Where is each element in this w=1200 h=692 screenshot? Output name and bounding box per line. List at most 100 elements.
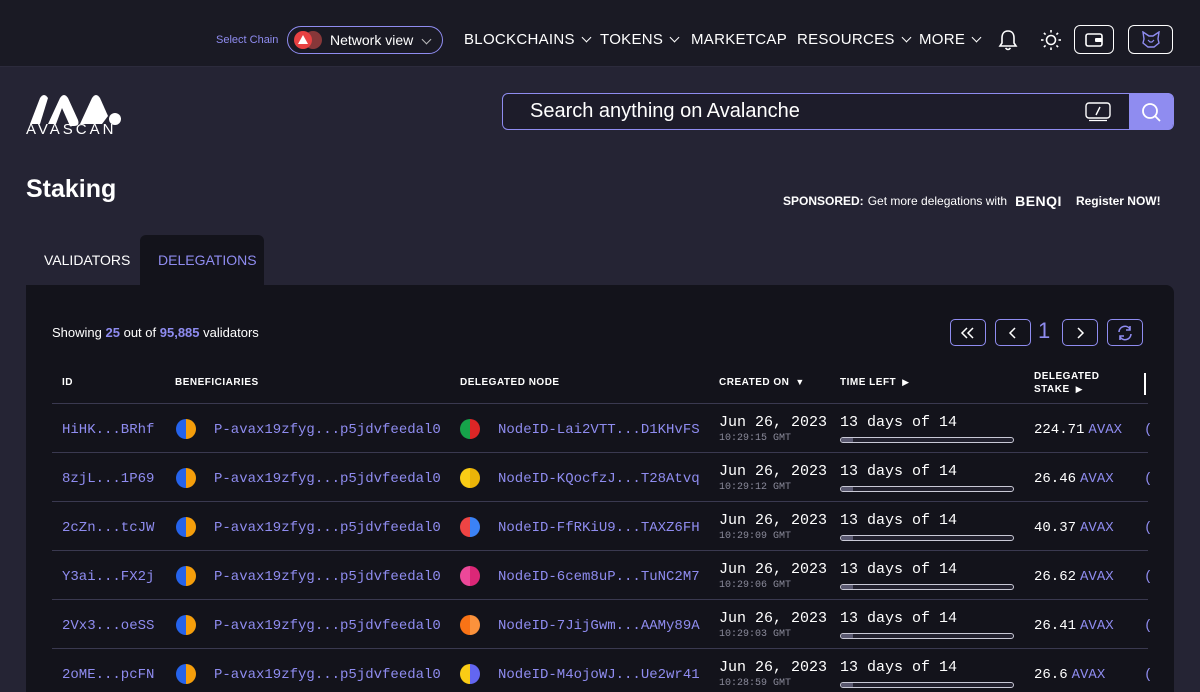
- beneficiary-address-link[interactable]: P-avax19zfyg...p5jdvfeedal0: [214, 618, 441, 634]
- stake-unit: AVAX: [1088, 422, 1123, 438]
- node-id-link[interactable]: NodeID-KQocfzJ...T28Atvq: [498, 471, 700, 487]
- node-id-link[interactable]: NodeID-M4ojoWJ...Ue2wr41: [498, 667, 700, 683]
- search-button[interactable]: [1129, 93, 1173, 130]
- node-id-link[interactable]: NodeID-7JijGwm...AAMy89A: [498, 618, 700, 634]
- node-id-link[interactable]: NodeID-6cem8uP...TuNC2M7: [498, 569, 700, 585]
- metamask-fox-icon: [1141, 30, 1160, 48]
- stake-unit: AVAX: [1080, 520, 1114, 536]
- header-created-on-label: CREATED ON: [719, 377, 790, 388]
- sponsored-text: Get more delegations with: [867, 194, 1008, 208]
- header-created-on[interactable]: CREATED ON ▼: [719, 377, 805, 388]
- truncated-cell: (: [1144, 618, 1153, 634]
- truncated-cell: (: [1144, 667, 1153, 683]
- nav-resources[interactable]: RESOURCES: [797, 31, 912, 48]
- node-avatar-icon: [460, 419, 480, 439]
- summary-total: 95,885: [159, 325, 200, 340]
- beneficiary-avatar-icon: [176, 419, 196, 439]
- stake-unit: AVAX: [1080, 618, 1114, 634]
- truncated-cell: (: [1144, 520, 1153, 536]
- progress-fill: [841, 487, 854, 491]
- chain-select[interactable]: Network view: [287, 26, 443, 54]
- nav-blockchains-label: BLOCKCHAINS: [464, 31, 575, 48]
- header-stake-line2: STAKE: [1034, 384, 1070, 395]
- metamask-button[interactable]: [1128, 25, 1173, 54]
- time-left-progress-bar: [840, 535, 1014, 541]
- header-delegated-stake[interactable]: DELEGATED STAKE ▶: [1034, 371, 1099, 396]
- created-date: Jun 26, 2023: [719, 463, 828, 480]
- first-page-button[interactable]: [950, 319, 986, 346]
- theme-sun-icon[interactable]: [1040, 29, 1062, 51]
- created-time: 10:29:12 GMT: [719, 482, 792, 493]
- search-bar: [502, 93, 1174, 130]
- delegated-stake: 26.41 AVAX: [1034, 618, 1114, 634]
- time-left-progress-bar: [840, 486, 1014, 492]
- beneficiary-avatar-icon: [176, 664, 196, 684]
- time-left-text: 13 days of 14: [840, 561, 958, 578]
- node-id-link[interactable]: NodeID-FfRKiU9...TAXZ6FH: [498, 520, 700, 536]
- header-beneficiaries[interactable]: BENEFICIARIES: [175, 377, 259, 388]
- delegation-id-link[interactable]: 8zjL...1P69: [62, 471, 154, 487]
- select-chain-label: Select Chain: [216, 34, 279, 46]
- delegation-id-link[interactable]: HiHK...BRhf: [62, 422, 154, 438]
- table-row: 2oME...pcFN P-avax19zfyg...p5jdvfeedal0 …: [52, 649, 1152, 692]
- header-time-left[interactable]: TIME LEFT ▶: [840, 377, 910, 388]
- node-avatar-icon: [460, 615, 480, 635]
- summary-prefix: Showing: [52, 325, 102, 340]
- created-date: Jun 26, 2023: [719, 512, 828, 529]
- delegation-id-link[interactable]: Y3ai...FX2j: [62, 569, 154, 585]
- keyboard-shortcut-icon: [1085, 102, 1111, 122]
- summary-suffix: validators: [203, 325, 259, 340]
- beneficiary-address-link[interactable]: P-avax19zfyg...p5jdvfeedal0: [214, 471, 441, 487]
- delegated-stake: 26.62 AVAX: [1034, 569, 1114, 585]
- tab-delegations[interactable]: DELEGATIONS: [140, 235, 264, 285]
- delegation-id-link[interactable]: 2oME...pcFN: [62, 667, 154, 683]
- brand-name: AVASCAN: [26, 121, 117, 138]
- beneficiary-address-link[interactable]: P-avax19zfyg...p5jdvfeedal0: [214, 520, 441, 536]
- chain-select-value: Network view: [330, 32, 414, 48]
- nav-more[interactable]: MORE: [919, 31, 982, 48]
- progress-fill: [841, 585, 854, 589]
- chevron-right-icon: [1077, 326, 1085, 339]
- created-date: Jun 26, 2023: [719, 561, 828, 578]
- next-page-button[interactable]: [1062, 319, 1098, 346]
- sponsored-prefix: SPONSORED:: [783, 194, 864, 208]
- time-left-progress-bar: [840, 682, 1014, 688]
- register-now-link[interactable]: Register NOW!: [1076, 194, 1161, 208]
- beneficiary-address-link[interactable]: P-avax19zfyg...p5jdvfeedal0: [214, 667, 441, 683]
- header-id[interactable]: ID: [62, 377, 73, 388]
- delegated-stake: 26.46 AVAX: [1034, 471, 1114, 487]
- node-id-link[interactable]: NodeID-Lai2VTT...D1KHvFS: [498, 422, 700, 438]
- created-time: 10:29:03 GMT: [719, 629, 792, 640]
- header-time-left-label: TIME LEFT: [840, 377, 897, 388]
- wallet-button[interactable]: [1074, 25, 1114, 54]
- progress-fill: [841, 634, 854, 638]
- sort-desc-icon: ▼: [795, 377, 805, 387]
- sponsored-banner[interactable]: SPONSORED: Get more delegations with BEN…: [783, 193, 1161, 209]
- search-input[interactable]: [530, 96, 1070, 127]
- chevron-down-icon: [971, 32, 982, 43]
- nav-more-label: MORE: [919, 31, 966, 48]
- stake-amount: 26.6: [1034, 667, 1068, 683]
- node-avatar-icon: [460, 664, 480, 684]
- summary-count: 25: [105, 325, 120, 340]
- search-icon: [1142, 102, 1161, 122]
- time-left-text: 13 days of 14: [840, 610, 958, 627]
- delegation-id-link[interactable]: 2cZn...tcJW: [62, 520, 154, 536]
- prev-page-button[interactable]: [995, 319, 1031, 346]
- created-time: 10:29:15 GMT: [719, 433, 792, 444]
- delegated-stake: 40.37 AVAX: [1034, 520, 1114, 536]
- header-delegated-node[interactable]: DELEGATED NODE: [460, 377, 560, 388]
- bell-icon[interactable]: [997, 28, 1019, 52]
- refresh-button[interactable]: [1107, 319, 1143, 346]
- chevron-left-icon: [1008, 326, 1016, 339]
- time-left-text: 13 days of 14: [840, 659, 958, 676]
- nav-marketcap[interactable]: MARKETCAP: [691, 31, 787, 48]
- nav-tokens[interactable]: TOKENS: [600, 31, 680, 48]
- nav-blockchains[interactable]: BLOCKCHAINS: [464, 31, 592, 48]
- beneficiary-address-link[interactable]: P-avax19zfyg...p5jdvfeedal0: [214, 422, 441, 438]
- stake-amount: 224.71: [1034, 422, 1085, 438]
- table-row: 2cZn...tcJW P-avax19zfyg...p5jdvfeedal0 …: [52, 502, 1152, 551]
- delegation-id-link[interactable]: 2Vx3...oeSS: [62, 618, 154, 634]
- tab-validators[interactable]: VALIDATORS: [26, 235, 148, 285]
- beneficiary-address-link[interactable]: P-avax19zfyg...p5jdvfeedal0: [214, 569, 441, 585]
